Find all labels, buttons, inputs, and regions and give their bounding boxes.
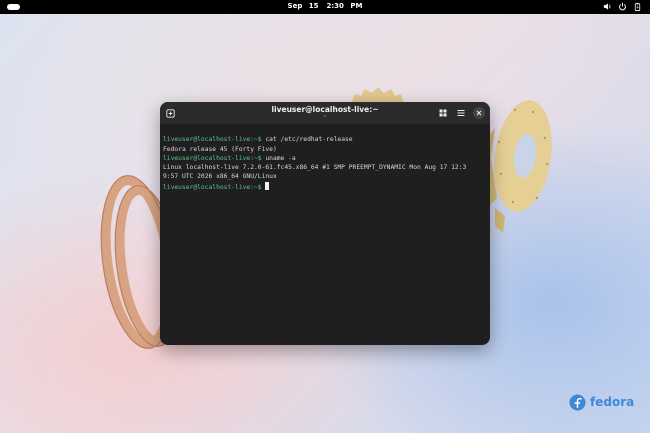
battery-icon[interactable]: [633, 2, 642, 11]
output-text: 9:57 UTC 2026 x86_64 GNU/Linux: [163, 173, 277, 181]
terminal-line: liveuser@localhost-live:~$ uname -a: [163, 154, 487, 163]
command-text: cat /etc/redhat-release: [261, 136, 353, 144]
shell-prompt: liveuser@localhost-live:~$: [163, 136, 262, 144]
output-text: Fedora release 45 (Forty Five): [163, 145, 277, 153]
terminal-line: Linux localhost-live 7.2.0-61.fc45.x86_6…: [163, 163, 487, 172]
main-menu-button[interactable]: [455, 107, 467, 119]
terminal-header-bar[interactable]: liveuser@localhost-live:~ ~: [160, 102, 490, 124]
output-text: Linux localhost-live 7.2.0-61.fc45.x86_6…: [163, 164, 467, 172]
wallpaper-gear-right: [487, 100, 552, 233]
tab-overview-button[interactable]: [437, 107, 449, 119]
close-button[interactable]: [473, 107, 485, 119]
terminal-line: liveuser@localhost-live:~$ cat /etc/redh…: [163, 135, 487, 144]
fedora-wordmark: fedora: [590, 395, 635, 409]
fedora-logo: fedora: [569, 393, 634, 411]
terminal-line: Fedora release 45 (Forty Five): [163, 145, 487, 154]
hamburger-icon: [457, 110, 465, 116]
terminal-line: liveuser@localhost-live:~$: [163, 181, 487, 192]
terminal-window[interactable]: liveuser@localhost-live:~ ~ liveuser@loc…: [160, 102, 490, 345]
fedora-icon: [569, 393, 586, 411]
shell-prompt: liveuser@localhost-live:~$: [163, 154, 262, 162]
terminal-output[interactable]: liveuser@localhost-live:~$ cat /etc/redh…: [163, 126, 487, 211]
command-text: uname -a: [261, 154, 296, 162]
clock-time: 2:30 PM: [326, 2, 363, 10]
power-icon[interactable]: [618, 2, 627, 11]
volume-icon[interactable]: [603, 2, 612, 11]
clock-date: Sep 15: [287, 2, 319, 10]
top-bar: Sep 15 2:30 PM: [0, 0, 650, 14]
clock[interactable]: Sep 15 2:30 PM: [0, 2, 650, 10]
text-cursor: [265, 181, 270, 190]
grid-icon: [439, 109, 447, 117]
terminal-line: 9:57 UTC 2026 x86_64 GNU/Linux: [163, 172, 487, 181]
shell-prompt: liveuser@localhost-live:~$: [163, 183, 262, 191]
system-tray[interactable]: [603, 2, 642, 11]
close-icon: [476, 110, 482, 116]
